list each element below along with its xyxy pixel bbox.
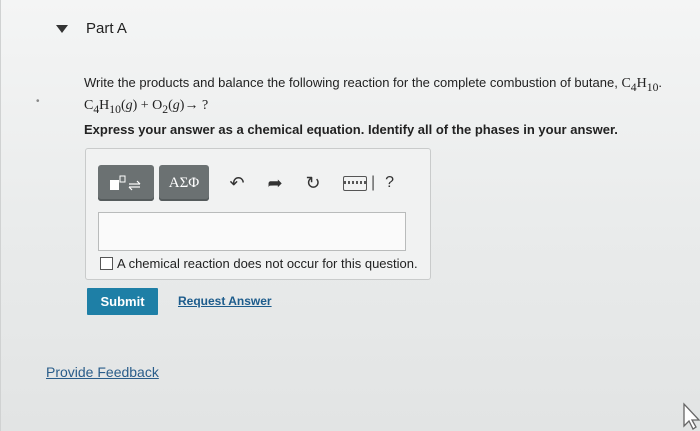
no-reaction-option[interactable]: A chemical reaction does not occur for t… [100,256,418,271]
math-toolbar: ΑΣΦ ↶ ➦ ↻ | ? [98,160,394,206]
keyboard-icon[interactable] [343,175,367,191]
request-answer-link[interactable]: Request Answer [178,294,272,308]
redo-icon[interactable]: ➦ [265,173,285,194]
no-reaction-checkbox[interactable] [100,257,113,270]
answer-input[interactable] [98,212,406,251]
templates-icon [110,175,141,191]
no-reaction-label: A chemical reaction does not occur for t… [117,256,418,271]
templates-button[interactable] [98,165,154,201]
cursor-icon [683,402,700,430]
undo-icon[interactable]: ↶ [227,173,247,194]
symbols-button[interactable]: ΑΣΦ [159,165,209,201]
part-header[interactable]: Part A [56,20,127,37]
left-divider [0,0,1,431]
question-body: Write the products and balance the follo… [84,75,618,90]
question-text: Write the products and balance the follo… [84,75,663,116]
caret-down-icon[interactable] [56,24,68,33]
help-icon[interactable]: ? [385,174,394,192]
part-title: Part A [86,20,127,37]
bullet-dot: • [36,96,40,107]
toolbar-separator: | [371,174,376,191]
butane-formula: C4H10 [621,76,659,94]
submit-button[interactable]: Submit [87,288,158,315]
reset-icon[interactable]: ↻ [303,173,323,194]
reaction-equation: C4H10(g) + O2(g)→ ? [84,97,209,116]
instruction-text: Express your answer as a chemical equati… [84,122,618,137]
page: Part A • Write the products and balance … [0,0,700,431]
provide-feedback-link[interactable]: Provide Feedback [46,364,159,380]
